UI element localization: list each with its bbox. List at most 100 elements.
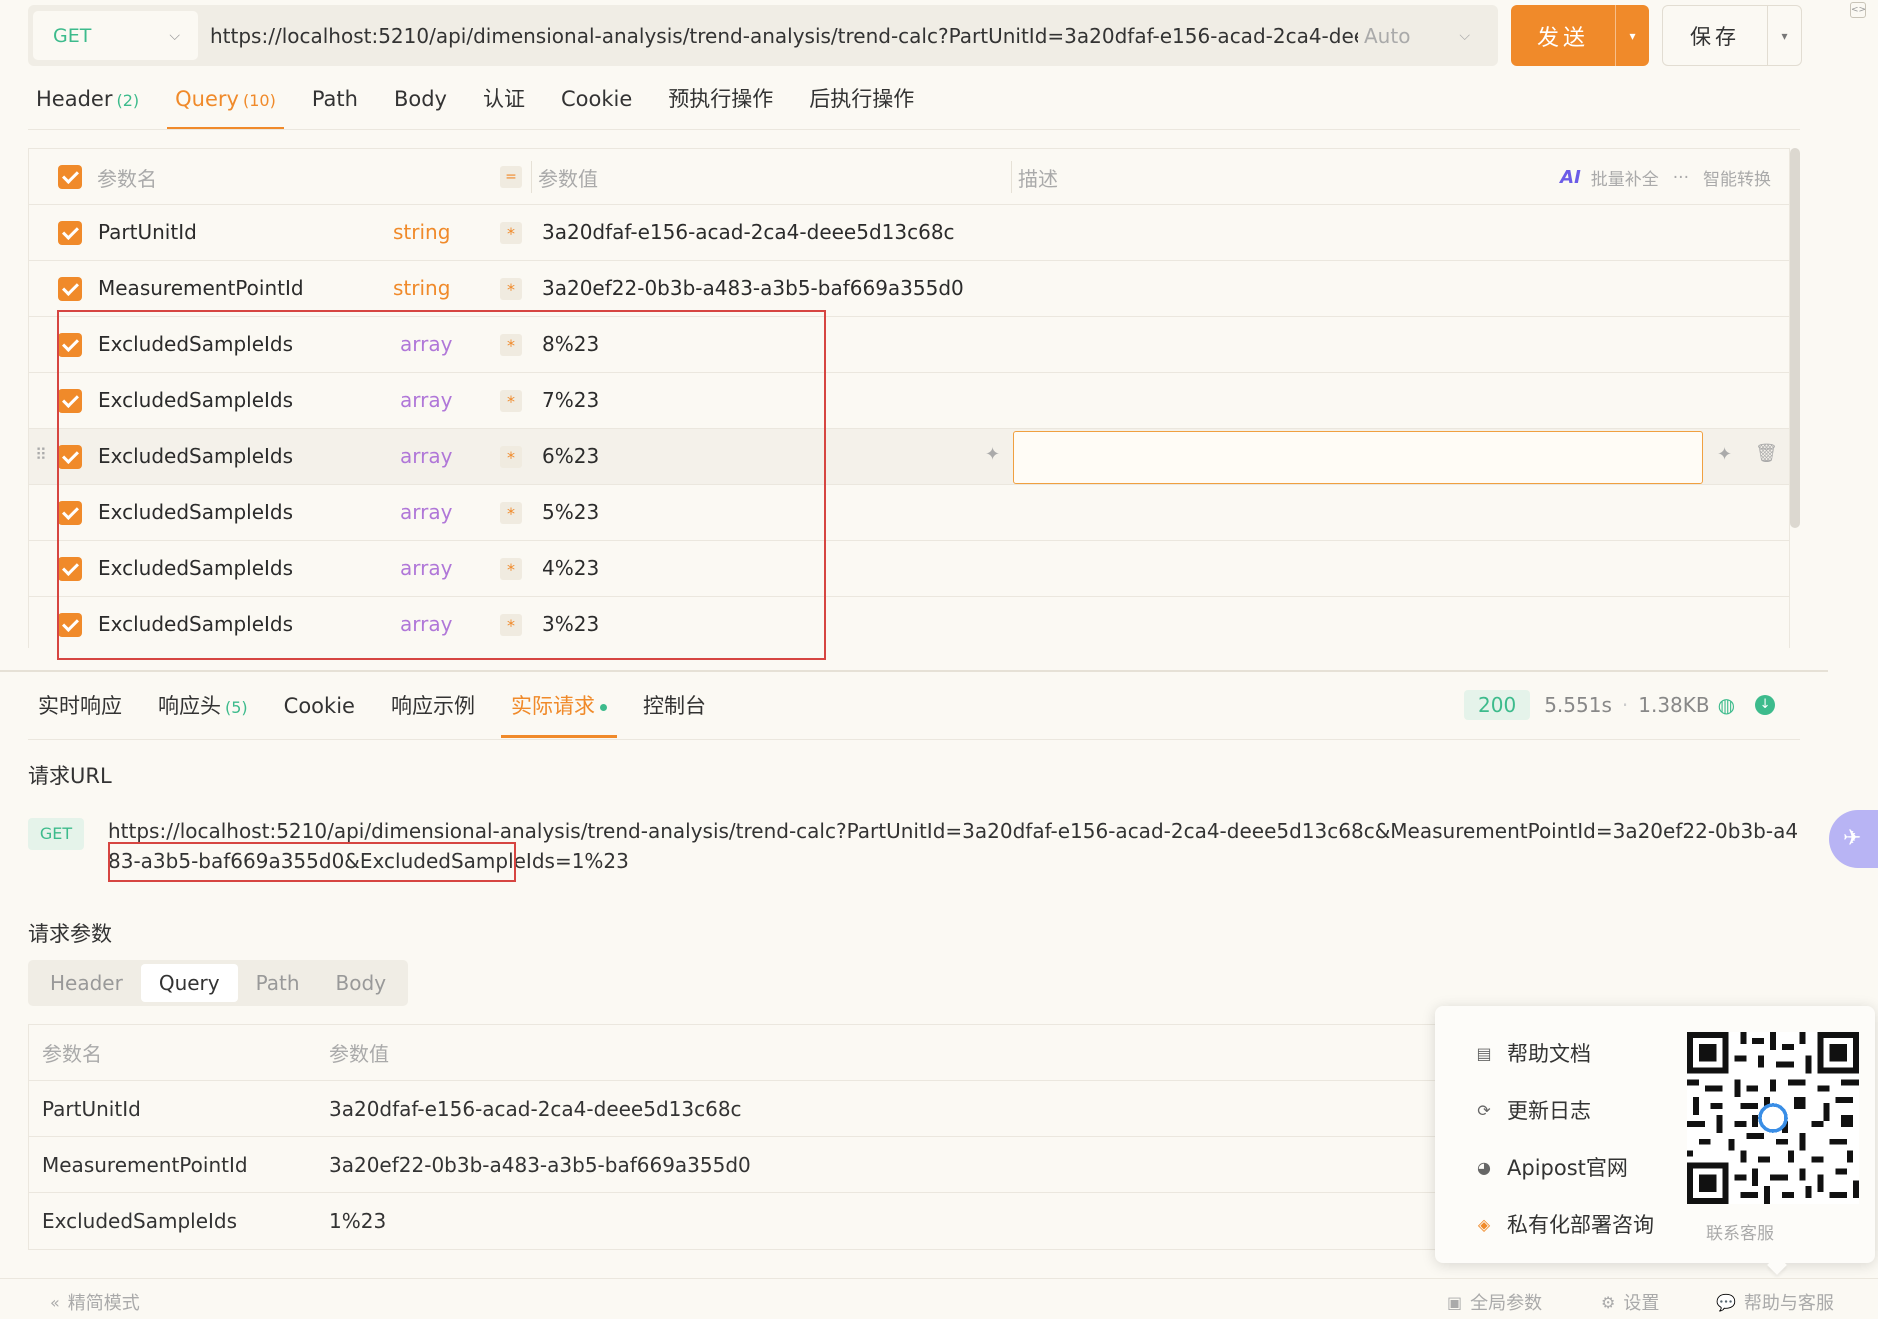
required-icon[interactable]: *: [500, 446, 522, 468]
chevron-down-icon: ⌵: [169, 27, 180, 44]
tab-cookie[interactable]: Cookie: [553, 78, 640, 130]
row-checkbox[interactable]: [58, 277, 82, 301]
row-checkbox[interactable]: [58, 389, 82, 413]
param-name[interactable]: ExcludedSampleIds: [98, 612, 293, 636]
magic-icon[interactable]: ✦: [1717, 444, 1732, 465]
tab-console[interactable]: 控制台: [633, 684, 716, 740]
param-value[interactable]: 7%23: [542, 388, 599, 412]
official-site-link[interactable]: ◕ Apipost官网: [1473, 1152, 1628, 1182]
help-button[interactable]: 💬 帮助与客服: [1716, 1289, 1834, 1315]
row-checkbox[interactable]: [58, 557, 82, 581]
smart-convert-button[interactable]: 智能转换: [1703, 165, 1771, 190]
globe-icon[interactable]: ◍: [1718, 693, 1735, 717]
param-type[interactable]: array: [400, 388, 452, 412]
param-type[interactable]: string: [393, 220, 450, 244]
batch-fill-button[interactable]: 批量补全: [1591, 165, 1659, 190]
param-value[interactable]: 3a20ef22-0b3b-a483-a3b5-baf669a355d0: [542, 276, 964, 300]
param-name[interactable]: ExcludedSampleIds: [98, 388, 293, 412]
table-row: PartUnitId 3a20dfaf-e156-acad-2ca4-deee5…: [29, 1081, 1447, 1137]
param-type[interactable]: array: [400, 612, 452, 636]
param-value: 1%23: [329, 1209, 387, 1233]
download-icon[interactable]: ↓: [1755, 695, 1776, 715]
param-name[interactable]: ExcludedSampleIds: [98, 500, 293, 524]
response-time: 5.551s: [1544, 693, 1612, 717]
global-params-button[interactable]: ▣ 全局参数: [1447, 1289, 1542, 1315]
tab-body[interactable]: Body: [386, 78, 455, 130]
tab-header[interactable]: Header (2): [28, 78, 147, 130]
magic-icon[interactable]: ✦: [985, 444, 1000, 465]
description-input[interactable]: [1013, 431, 1703, 484]
row-checkbox[interactable]: [58, 613, 82, 637]
tab-response-cookie[interactable]: Cookie: [274, 684, 365, 740]
param-name[interactable]: ExcludedSampleIds: [98, 556, 293, 580]
param-type[interactable]: string: [393, 276, 450, 300]
param-name[interactable]: ExcludedSampleIds: [98, 332, 293, 356]
required-icon[interactable]: *: [500, 614, 522, 636]
changelog-link[interactable]: ⟳ 更新日志: [1473, 1095, 1591, 1125]
subtab-header[interactable]: Header: [32, 964, 141, 1002]
required-icon[interactable]: *: [500, 390, 522, 412]
row-checkbox[interactable]: [58, 221, 82, 245]
code-icon[interactable]: <>: [1850, 2, 1866, 18]
send-dropdown-icon[interactable]: ▾: [1615, 5, 1649, 66]
actual-params-table: 参数名 参数值 PartUnitId 3a20dfaf-e156-acad-2c…: [28, 1024, 1448, 1250]
save-dropdown-icon[interactable]: ▾: [1767, 6, 1801, 65]
send-label: 发送: [1536, 25, 1589, 51]
delete-icon[interactable]: 🗑: [1755, 443, 1778, 464]
tab-post-script[interactable]: 后执行操作: [801, 78, 922, 130]
panel-splitter[interactable]: [0, 670, 1828, 672]
tab-response-headers[interactable]: 响应头 (5): [148, 684, 258, 740]
param-value[interactable]: 6%23: [542, 444, 599, 468]
param-name[interactable]: MeasurementPointId: [98, 276, 304, 300]
assistant-float-button[interactable]: ✈: [1829, 810, 1878, 868]
row-checkbox[interactable]: [58, 501, 82, 525]
subtab-query[interactable]: Query: [140, 964, 238, 1002]
row-checkbox[interactable]: [58, 333, 82, 357]
bulk-edit-icon[interactable]: =: [500, 166, 522, 188]
save-button[interactable]: 保存 ▾: [1662, 5, 1802, 66]
required-icon[interactable]: *: [500, 558, 522, 580]
param-type[interactable]: array: [400, 556, 452, 580]
param-value[interactable]: 3%23: [542, 612, 599, 636]
tab-auth[interactable]: 认证: [475, 78, 533, 130]
required-icon[interactable]: *: [500, 502, 522, 524]
param-type[interactable]: array: [400, 332, 452, 356]
table-row: PartUnitId string * 3a20dfaf-e156-acad-2…: [29, 205, 1789, 261]
tab-response-example[interactable]: 响应示例: [381, 684, 485, 740]
request-tabs: Header (2) Query (10) Path Body 认证 Cookie …: [28, 78, 942, 130]
param-value[interactable]: 3a20dfaf-e156-acad-2ca4-deee5d13c68c: [542, 220, 955, 244]
param-type[interactable]: array: [400, 500, 452, 524]
param-name[interactable]: ExcludedSampleIds: [98, 444, 293, 468]
row-checkbox[interactable]: [58, 445, 82, 469]
param-value[interactable]: 5%23: [542, 500, 599, 524]
param-value[interactable]: 8%23: [542, 332, 599, 356]
subtab-path[interactable]: Path: [238, 964, 318, 1002]
apipost-logo-icon: ◕: [1477, 1157, 1491, 1177]
request-url-title: 请求URL: [28, 764, 112, 788]
settings-button[interactable]: ⚙ 设置: [1601, 1289, 1659, 1315]
tab-live-response[interactable]: 实时响应: [28, 684, 132, 740]
help-popup: ▤ 帮助文档 ⟳ 更新日志 ◕ Apipost官网 ◈ 私有化部署咨询 联系客服: [1435, 1006, 1875, 1263]
send-button[interactable]: 发送 ▾: [1511, 5, 1649, 66]
tab-actual-request[interactable]: 实际请求: [500, 684, 617, 740]
simple-mode-button[interactable]: « 精简模式: [50, 1289, 140, 1315]
required-icon[interactable]: *: [500, 278, 522, 300]
required-icon[interactable]: *: [500, 334, 522, 356]
tab-pre-script[interactable]: 预执行操作: [660, 78, 781, 130]
tab-query[interactable]: Query (10): [167, 78, 284, 130]
param-value[interactable]: 4%23: [542, 556, 599, 580]
url-input[interactable]: https://localhost:5210/api/dimensional-a…: [210, 24, 1358, 48]
scrollbar[interactable]: [1790, 148, 1800, 528]
more-icon[interactable]: ···: [1673, 168, 1689, 188]
required-icon[interactable]: *: [500, 222, 522, 244]
encoding-select[interactable]: Auto ⌵: [1358, 24, 1498, 48]
drag-handle-icon[interactable]: ⠿: [35, 445, 47, 464]
param-type[interactable]: array: [400, 444, 452, 468]
param-name[interactable]: PartUnitId: [98, 220, 197, 244]
divider: [28, 129, 1800, 130]
tab-path[interactable]: Path: [304, 78, 366, 130]
subtab-body[interactable]: Body: [318, 964, 405, 1002]
help-docs-link[interactable]: ▤ 帮助文档: [1473, 1038, 1591, 1068]
select-all-checkbox[interactable]: [58, 165, 82, 189]
method-select[interactable]: GET ⌵: [33, 11, 198, 60]
